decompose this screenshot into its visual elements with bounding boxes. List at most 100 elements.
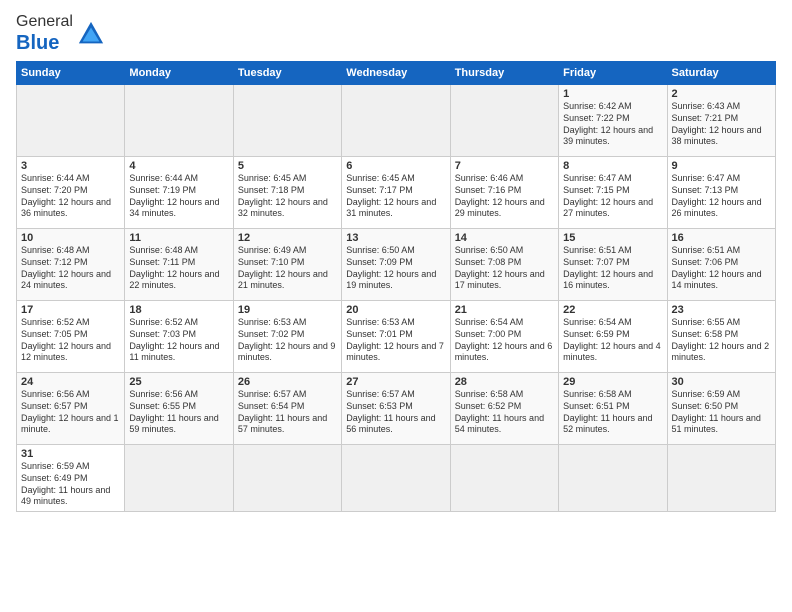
day-number: 27 <box>346 376 445 388</box>
day-info: Sunrise: 6:50 AM <box>455 245 554 257</box>
day-info: Daylight: 12 hours and 31 minutes. <box>346 197 445 220</box>
day-number: 28 <box>455 376 554 388</box>
day-info: Daylight: 12 hours and 32 minutes. <box>238 197 337 220</box>
calendar-cell: 15Sunrise: 6:51 AMSunset: 7:07 PMDayligh… <box>559 229 667 301</box>
day-number: 5 <box>238 160 337 172</box>
header: General Blue <box>16 12 776 55</box>
day-number: 13 <box>346 232 445 244</box>
day-info: Sunrise: 6:51 AM <box>672 245 771 257</box>
day-info: Daylight: 12 hours and 22 minutes. <box>129 269 228 292</box>
calendar-cell: 23Sunrise: 6:55 AMSunset: 6:58 PMDayligh… <box>667 301 775 373</box>
day-info: Daylight: 12 hours and 2 minutes. <box>672 341 771 364</box>
day-number: 11 <box>129 232 228 244</box>
day-info: Daylight: 11 hours and 57 minutes. <box>238 413 337 436</box>
day-info: Sunset: 7:15 PM <box>563 185 662 197</box>
day-number: 23 <box>672 304 771 316</box>
calendar-cell <box>450 445 558 512</box>
day-info: Sunset: 6:57 PM <box>21 401 120 413</box>
day-info: Sunset: 7:22 PM <box>563 113 662 125</box>
calendar-cell: 5Sunrise: 6:45 AMSunset: 7:18 PMDaylight… <box>233 157 341 229</box>
calendar-cell: 21Sunrise: 6:54 AMSunset: 7:00 PMDayligh… <box>450 301 558 373</box>
calendar-cell <box>125 85 233 157</box>
day-info: Sunrise: 6:49 AM <box>238 245 337 257</box>
logo: General Blue <box>16 12 105 55</box>
day-info: Sunset: 7:02 PM <box>238 329 337 341</box>
day-info: Sunset: 6:52 PM <box>455 401 554 413</box>
day-info: Sunrise: 6:57 AM <box>346 389 445 401</box>
calendar-cell: 1Sunrise: 6:42 AMSunset: 7:22 PMDaylight… <box>559 85 667 157</box>
day-info: Daylight: 12 hours and 21 minutes. <box>238 269 337 292</box>
day-info: Daylight: 12 hours and 24 minutes. <box>21 269 120 292</box>
day-info: Sunset: 6:58 PM <box>672 329 771 341</box>
day-number: 22 <box>563 304 662 316</box>
day-info: Sunrise: 6:53 AM <box>346 317 445 329</box>
day-info: Sunrise: 6:54 AM <box>455 317 554 329</box>
day-number: 16 <box>672 232 771 244</box>
calendar-cell <box>125 445 233 512</box>
day-number: 26 <box>238 376 337 388</box>
calendar-cell: 3Sunrise: 6:44 AMSunset: 7:20 PMDaylight… <box>17 157 125 229</box>
day-number: 4 <box>129 160 228 172</box>
day-number: 29 <box>563 376 662 388</box>
day-info: Sunset: 6:53 PM <box>346 401 445 413</box>
day-info: Daylight: 12 hours and 34 minutes. <box>129 197 228 220</box>
calendar-cell: 10Sunrise: 6:48 AMSunset: 7:12 PMDayligh… <box>17 229 125 301</box>
day-info: Sunset: 7:21 PM <box>672 113 771 125</box>
day-number: 18 <box>129 304 228 316</box>
day-info: Daylight: 11 hours and 54 minutes. <box>455 413 554 436</box>
calendar-cell: 27Sunrise: 6:57 AMSunset: 6:53 PMDayligh… <box>342 373 450 445</box>
day-header-monday: Monday <box>125 62 233 85</box>
calendar-cell <box>17 85 125 157</box>
day-info: Daylight: 11 hours and 52 minutes. <box>563 413 662 436</box>
day-header-tuesday: Tuesday <box>233 62 341 85</box>
day-number: 2 <box>672 88 771 100</box>
day-number: 9 <box>672 160 771 172</box>
calendar-cell <box>450 85 558 157</box>
day-header-saturday: Saturday <box>667 62 775 85</box>
calendar-cell: 9Sunrise: 6:47 AMSunset: 7:13 PMDaylight… <box>667 157 775 229</box>
day-info: Daylight: 12 hours and 29 minutes. <box>455 197 554 220</box>
day-info: Sunrise: 6:45 AM <box>346 173 445 185</box>
day-info: Sunrise: 6:56 AM <box>129 389 228 401</box>
day-info: Sunrise: 6:58 AM <box>563 389 662 401</box>
day-info: Sunrise: 6:58 AM <box>455 389 554 401</box>
day-info: Sunrise: 6:52 AM <box>21 317 120 329</box>
day-header-sunday: Sunday <box>17 62 125 85</box>
day-info: Daylight: 11 hours and 59 minutes. <box>129 413 228 436</box>
calendar-cell: 2Sunrise: 6:43 AMSunset: 7:21 PMDaylight… <box>667 85 775 157</box>
day-info: Daylight: 12 hours and 7 minutes. <box>346 341 445 364</box>
day-info: Daylight: 12 hours and 26 minutes. <box>672 197 771 220</box>
day-info: Sunrise: 6:55 AM <box>672 317 771 329</box>
calendar-cell: 14Sunrise: 6:50 AMSunset: 7:08 PMDayligh… <box>450 229 558 301</box>
day-info: Daylight: 12 hours and 11 minutes. <box>129 341 228 364</box>
calendar-cell: 8Sunrise: 6:47 AMSunset: 7:15 PMDaylight… <box>559 157 667 229</box>
day-info: Sunrise: 6:56 AM <box>21 389 120 401</box>
day-info: Sunset: 6:51 PM <box>563 401 662 413</box>
day-number: 30 <box>672 376 771 388</box>
calendar-cell: 13Sunrise: 6:50 AMSunset: 7:09 PMDayligh… <box>342 229 450 301</box>
day-info: Sunset: 6:49 PM <box>21 473 120 485</box>
logo-icon <box>77 20 105 48</box>
day-info: Sunset: 6:55 PM <box>129 401 228 413</box>
calendar-page: General Blue SundayMondayTuesdayWednesda… <box>0 0 792 520</box>
calendar-cell: 12Sunrise: 6:49 AMSunset: 7:10 PMDayligh… <box>233 229 341 301</box>
calendar-cell: 11Sunrise: 6:48 AMSunset: 7:11 PMDayligh… <box>125 229 233 301</box>
day-info: Daylight: 11 hours and 51 minutes. <box>672 413 771 436</box>
day-info: Daylight: 11 hours and 49 minutes. <box>21 485 120 508</box>
calendar-cell: 19Sunrise: 6:53 AMSunset: 7:02 PMDayligh… <box>233 301 341 373</box>
day-info: Sunrise: 6:46 AM <box>455 173 554 185</box>
day-info: Sunset: 7:20 PM <box>21 185 120 197</box>
day-info: Daylight: 12 hours and 14 minutes. <box>672 269 771 292</box>
day-info: Daylight: 12 hours and 17 minutes. <box>455 269 554 292</box>
calendar-table: SundayMondayTuesdayWednesdayThursdayFrid… <box>16 61 776 512</box>
day-info: Sunrise: 6:57 AM <box>238 389 337 401</box>
day-info: Sunset: 7:10 PM <box>238 257 337 269</box>
day-number: 14 <box>455 232 554 244</box>
day-info: Sunrise: 6:54 AM <box>563 317 662 329</box>
calendar-cell: 16Sunrise: 6:51 AMSunset: 7:06 PMDayligh… <box>667 229 775 301</box>
day-info: Daylight: 12 hours and 16 minutes. <box>563 269 662 292</box>
day-number: 3 <box>21 160 120 172</box>
header-row: SundayMondayTuesdayWednesdayThursdayFrid… <box>17 62 776 85</box>
day-info: Sunrise: 6:47 AM <box>672 173 771 185</box>
day-number: 8 <box>563 160 662 172</box>
